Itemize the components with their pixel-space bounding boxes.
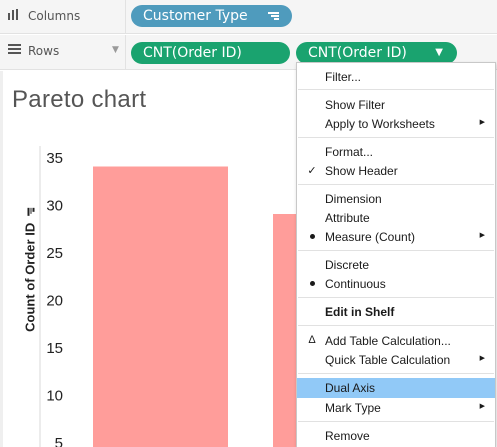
menu-separator — [298, 137, 494, 138]
menu-item-dual-axis[interactable]: Dual Axis — [297, 378, 495, 398]
y-tick-label: 15 — [46, 340, 63, 357]
menu-item-edit-in-shelf[interactable]: Edit in Shelf — [297, 302, 495, 321]
selected-dot-icon — [305, 277, 319, 289]
submenu-arrow-icon: ▶ — [479, 403, 485, 410]
selected-dot-icon — [305, 230, 319, 242]
menu-item-show-filter-label: Show Filter — [325, 98, 386, 112]
menu-item-dual-axis-label: Dual Axis — [325, 381, 376, 395]
submenu-arrow-icon: ▶ — [479, 232, 485, 239]
menu-item-edit-in-shelf-label: Edit in Shelf — [325, 305, 395, 319]
y-tick-label: 20 — [46, 293, 63, 310]
menu-item-continuous[interactable]: Continuous — [297, 274, 495, 293]
menu-item-apply-to-worksheets-label: Apply to Worksheets — [325, 117, 435, 131]
menu-item-mark-type-label: Mark Type — [325, 401, 381, 415]
menu-item-remove-label: Remove — [325, 429, 370, 443]
menu-item-quick-table-calculation-label: Quick Table Calculation — [325, 353, 451, 367]
y-axis-ticks: 35 30 25 20 15 10 5 — [46, 150, 63, 447]
menu-item-continuous-label: Continuous — [325, 277, 386, 291]
menu-item-attribute[interactable]: Attribute — [297, 208, 495, 227]
menu-item-measure-count-label: Measure (Count) — [325, 230, 416, 244]
menu-item-apply-to-worksheets[interactable]: Apply to Worksheets ▶ — [297, 114, 495, 133]
y-tick-label: 5 — [55, 435, 63, 447]
menu-separator — [298, 325, 494, 326]
menu-separator — [298, 184, 494, 185]
submenu-arrow-icon: ▶ — [479, 119, 485, 126]
sort-icon — [27, 208, 36, 217]
menu-item-format-label: Format... — [325, 145, 374, 159]
menu-item-filter[interactable]: Filter... — [297, 67, 495, 86]
menu-item-show-filter[interactable]: Show Filter — [297, 95, 495, 114]
menu-separator — [298, 89, 494, 90]
submenu-arrow-icon: ▶ — [479, 355, 485, 362]
checkmark-icon: ✓ — [307, 165, 317, 177]
delta-icon: Δ — [308, 334, 316, 346]
y-axis-label-text: Count of Order ID — [22, 222, 38, 332]
menu-item-format[interactable]: Format... — [297, 142, 495, 161]
menu-item-measure-count[interactable]: Measure (Count) ▶ — [297, 227, 495, 246]
menu-item-quick-table-calculation[interactable]: Quick Table Calculation ▶ — [297, 350, 495, 369]
menu-item-mark-type[interactable]: Mark Type ▶ — [297, 398, 495, 417]
menu-item-attribute-label: Attribute — [325, 211, 370, 225]
menu-separator — [298, 421, 494, 422]
y-axis-label[interactable]: Count of Order ID — [23, 208, 38, 332]
bar[interactable] — [93, 166, 228, 447]
menu-separator — [298, 373, 494, 374]
menu-item-discrete-label: Discrete — [325, 258, 370, 272]
menu-item-add-table-calculation-label: Add Table Calculation... — [325, 334, 451, 348]
menu-separator — [298, 297, 494, 298]
menu-item-dimension-label: Dimension — [325, 192, 382, 206]
y-tick-label: 35 — [46, 150, 63, 167]
y-tick-label: 25 — [46, 245, 63, 262]
y-tick-label: 10 — [46, 388, 63, 405]
menu-item-filter-label: Filter... — [325, 70, 362, 84]
y-tick-label: 30 — [46, 198, 63, 215]
menu-item-add-table-calculation[interactable]: Δ Add Table Calculation... — [297, 331, 495, 350]
menu-item-remove[interactable]: Remove — [297, 426, 495, 445]
menu-item-dimension[interactable]: Dimension — [297, 189, 495, 208]
pill-context-menu: Filter... Show Filter Apply to Worksheet… — [296, 62, 496, 447]
menu-item-discrete[interactable]: Discrete — [297, 255, 495, 274]
menu-item-show-header[interactable]: ✓ Show Header — [297, 161, 495, 180]
menu-separator — [298, 250, 494, 251]
menu-item-show-header-label: Show Header — [325, 164, 398, 178]
